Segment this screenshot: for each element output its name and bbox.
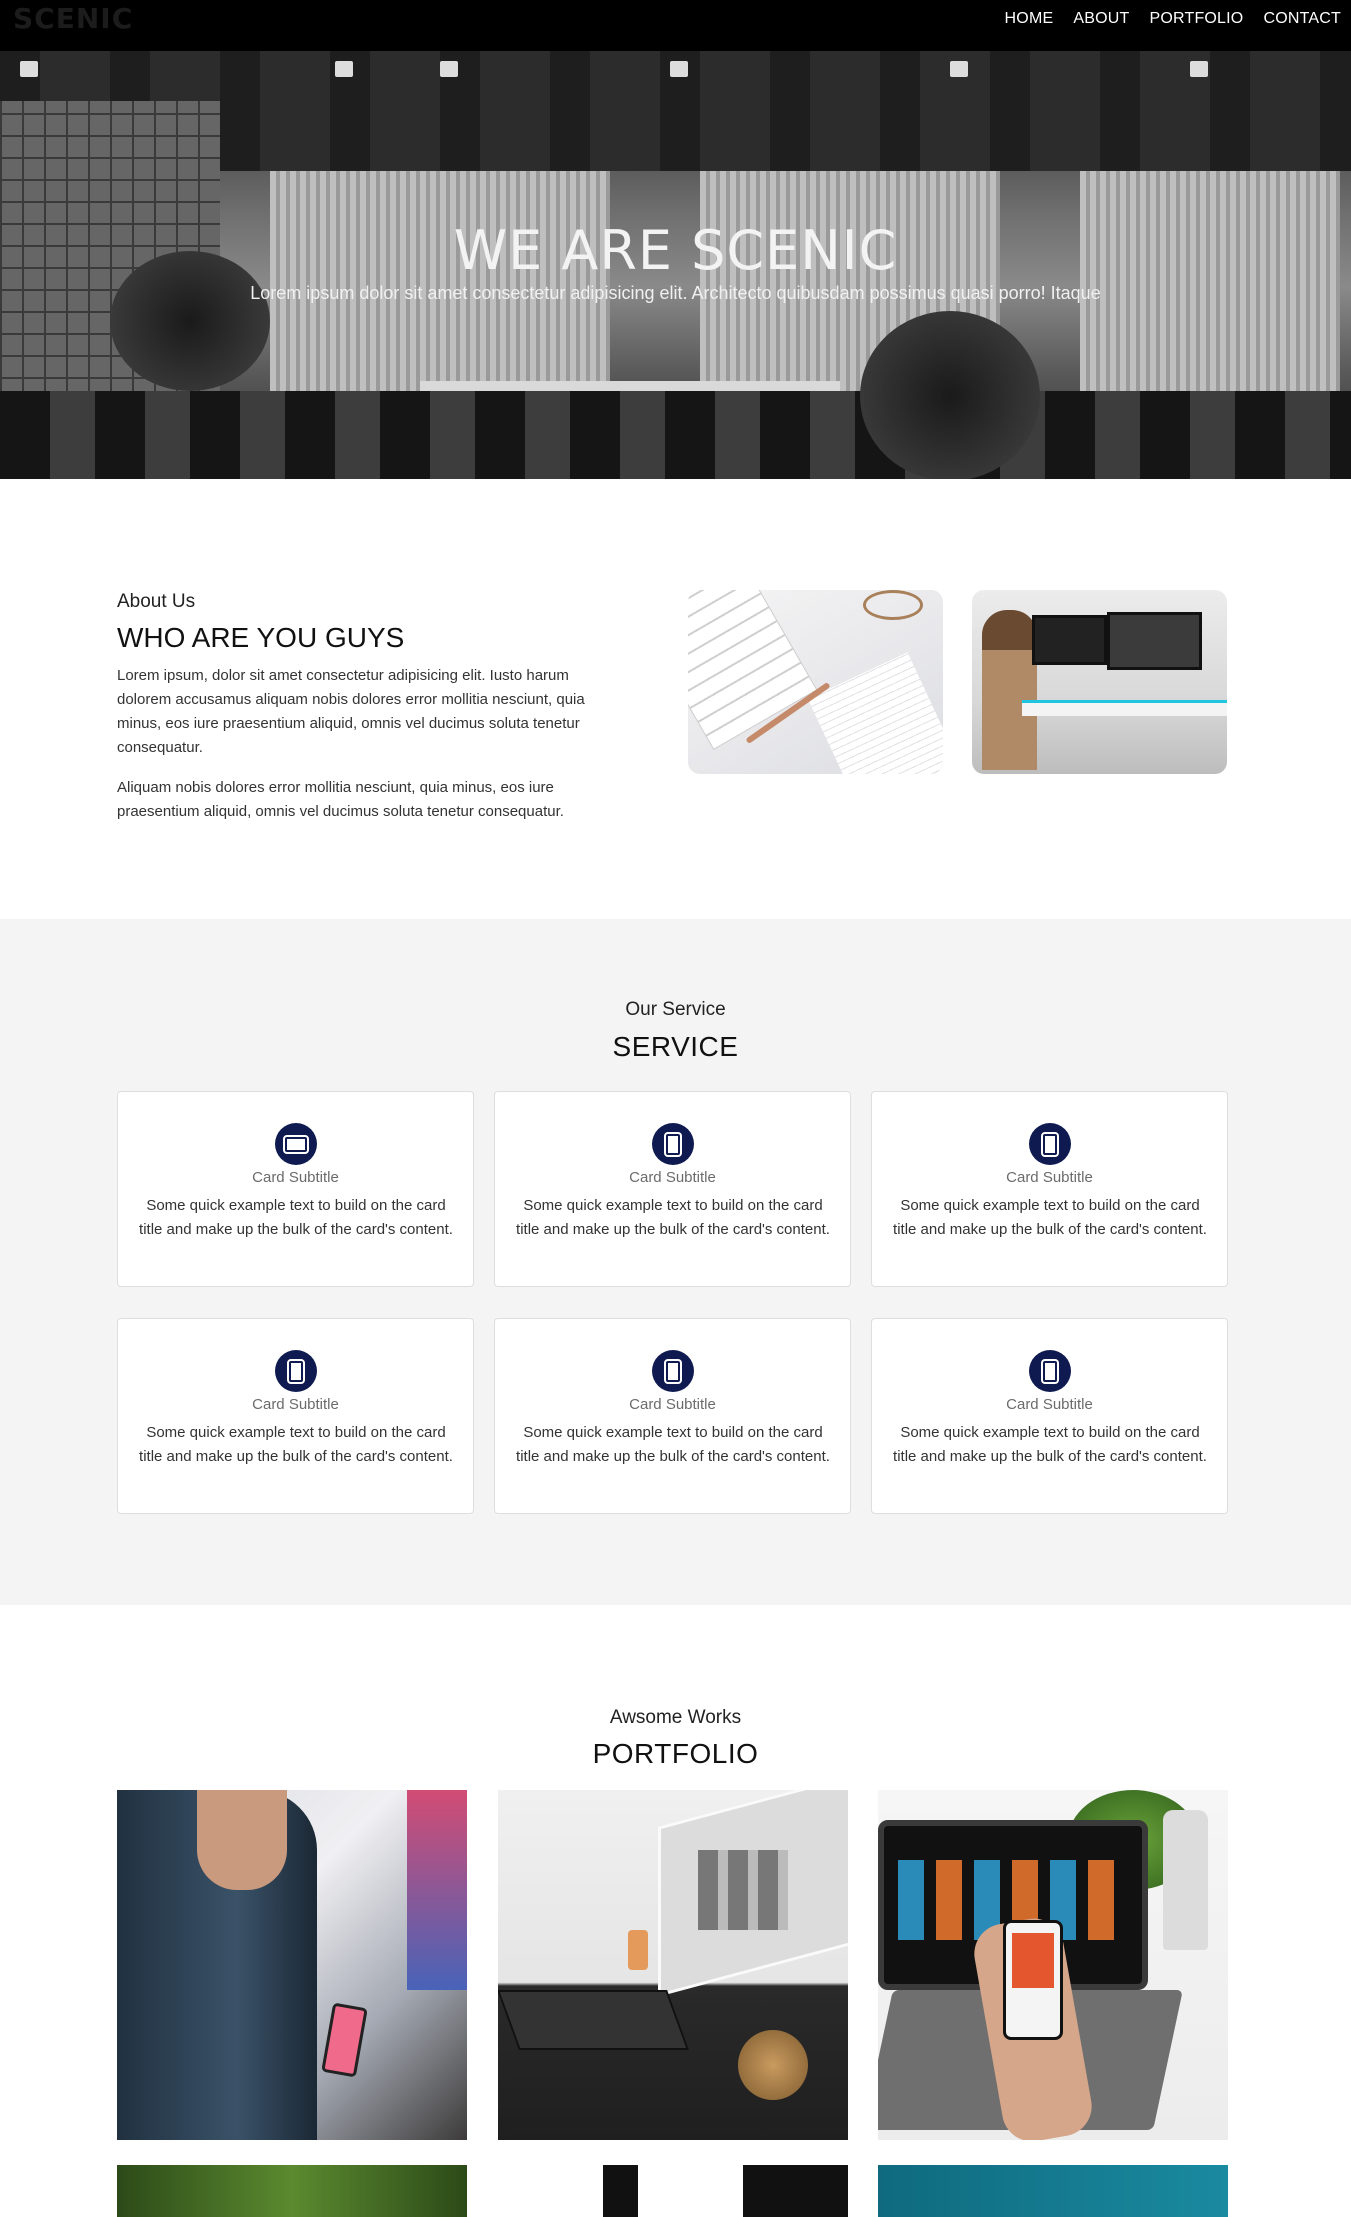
ceiling-light: [440, 61, 458, 77]
mobile-icon: [652, 1123, 694, 1165]
service-card: Card Subtitle Some quick example text to…: [494, 1318, 851, 1514]
portfolio-image[interactable]: [117, 2165, 467, 2217]
keyboard-graphic: [688, 590, 818, 750]
about-image-desk: [688, 590, 943, 774]
brand-logo[interactable]: SCENIC: [13, 2, 133, 35]
portfolio-image[interactable]: [878, 1790, 1228, 2140]
about-eyebrow: About Us: [117, 591, 196, 612]
nav-menu: HOME ABOUT PORTFOLIO CONTACT: [1005, 10, 1341, 28]
service-card: Card Subtitle Some quick example text to…: [117, 1318, 474, 1514]
service-card: Card Subtitle Some quick example text to…: [494, 1091, 851, 1287]
ceiling-light: [1190, 61, 1208, 77]
ceiling-light: [20, 61, 38, 77]
card-text: Some quick example text to build on the …: [139, 1197, 453, 1238]
nav-link-contact[interactable]: CONTACT: [1263, 10, 1341, 28]
top-navbar: SCENIC HOME ABOUT PORTFOLIO CONTACT: [0, 0, 1351, 51]
phone-graphic: [321, 2002, 368, 2078]
tablet-landscape-icon: [275, 1123, 317, 1165]
nav-link-about[interactable]: ABOUT: [1073, 10, 1129, 28]
about-paragraph: Lorem ipsum, dolor sit amet consectetur …: [117, 667, 585, 756]
card-subtitle: Card Subtitle: [1006, 1169, 1093, 1186]
notepad-graphic: [807, 652, 943, 774]
nav-link-home[interactable]: HOME: [1005, 10, 1054, 28]
portfolio-title: PORTFOLIO: [592, 1738, 759, 1769]
mobile-icon: [1029, 1123, 1071, 1165]
card-subtitle: Card Subtitle: [629, 1169, 716, 1186]
cup-graphic: [738, 2030, 808, 2100]
phone-graphic: [1003, 1920, 1063, 2040]
ceiling-light: [670, 61, 688, 77]
portfolio-image[interactable]: [878, 2165, 1228, 2217]
portfolio-image[interactable]: [498, 1790, 848, 2140]
service-card: Card Subtitle Some quick example text to…: [871, 1318, 1228, 1514]
portfolio-image[interactable]: [498, 2165, 848, 2217]
lamp-graphic: [628, 1930, 648, 1970]
glasses-graphic: [863, 590, 923, 620]
card-text: Some quick example text to build on the …: [139, 1424, 453, 1465]
card-subtitle: Card Subtitle: [252, 1396, 339, 1413]
ceiling-light: [335, 61, 353, 77]
card-subtitle: Card Subtitle: [629, 1396, 716, 1413]
office-plant: [860, 311, 1040, 479]
monitor-graphic: [1107, 612, 1202, 670]
service-card: Card Subtitle Some quick example text to…: [117, 1091, 474, 1287]
card-text: Some quick example text to build on the …: [516, 1197, 830, 1238]
card-text: Some quick example text to build on the …: [516, 1424, 830, 1465]
ceiling-light: [950, 61, 968, 77]
service-title: SERVICE: [612, 1031, 739, 1062]
card-text: Some quick example text to build on the …: [893, 1197, 1207, 1238]
service-section: Our Service SERVICE Card Subtitle Some q…: [0, 919, 1351, 1605]
office-chairs: [0, 391, 1351, 479]
portfolio-eyebrow: Awsome Works: [609, 1707, 742, 1728]
nav-link-portfolio[interactable]: PORTFOLIO: [1149, 10, 1243, 28]
card-subtitle: Card Subtitle: [1006, 1396, 1093, 1413]
gallery-graphic: [698, 1850, 788, 1930]
about-paragraph: Aliquam nobis dolores error mollitia nes…: [117, 779, 564, 820]
card-text: Some quick example text to build on the …: [893, 1424, 1207, 1465]
keyboard-graphic: [498, 1990, 689, 2050]
mobile-icon: [275, 1350, 317, 1392]
about-image-workstation: [972, 590, 1227, 774]
about-title: WHO ARE YOU GUYS: [117, 622, 405, 653]
person-graphic: [982, 610, 1037, 770]
card-subtitle: Card Subtitle: [252, 1169, 339, 1186]
desk-graphic: [1022, 700, 1227, 716]
hero-title: WE ARE SCENIC: [453, 219, 898, 282]
hero-banner: WE ARE SCENIC Lorem ipsum dolor sit amet…: [0, 51, 1351, 479]
monitor-graphic: [1032, 615, 1107, 665]
face-graphic: [197, 1790, 287, 1890]
mobile-icon: [1029, 1350, 1071, 1392]
monitor-graphic: [407, 1790, 467, 1990]
portfolio-image[interactable]: [117, 1790, 467, 2140]
service-eyebrow: Our Service: [625, 999, 726, 1020]
hero-subtitle: Lorem ipsum dolor sit amet consectetur a…: [250, 283, 1101, 303]
mobile-icon: [652, 1350, 694, 1392]
bottle-graphic: [1163, 1810, 1208, 1950]
service-card: Card Subtitle Some quick example text to…: [871, 1091, 1228, 1287]
